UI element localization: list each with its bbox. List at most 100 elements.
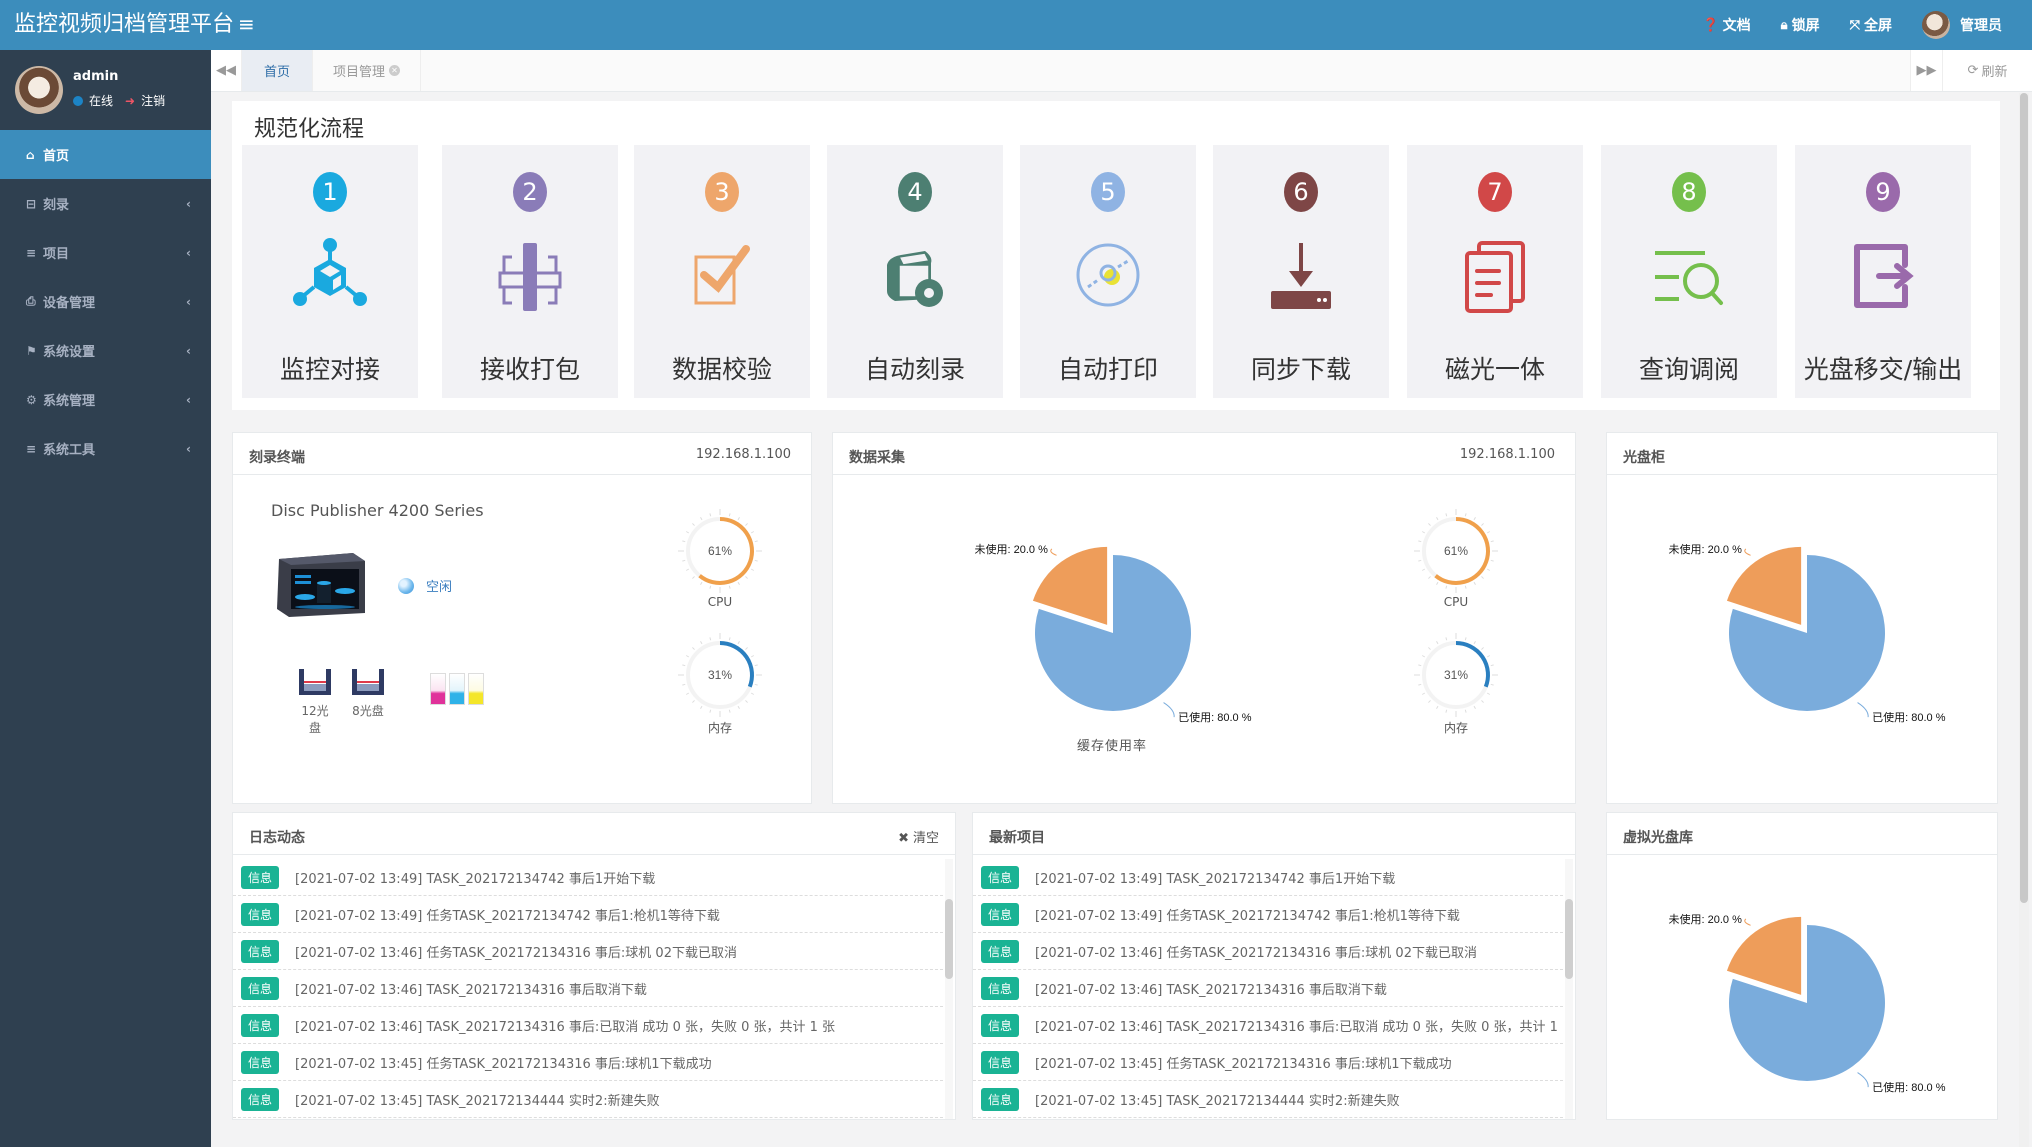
process-step-card[interactable]: 8 查询调阅 (1601, 145, 1777, 398)
tab-scroll-left-button[interactable]: ◀◀ (211, 50, 242, 91)
main-scrollbar-thumb[interactable] (2020, 93, 2028, 903)
process-step-card[interactable]: 1 监控对接 (242, 145, 418, 398)
gauge-tick (1481, 647, 1484, 650)
process-step-card[interactable]: 2 接收打包 (442, 145, 618, 398)
tab-project-management[interactable]: 项目管理 ✕ (313, 50, 421, 91)
user-label: 管理员 (1960, 18, 2002, 34)
gauge-tick (1428, 523, 1431, 526)
burn-terminal-title: 刻录终端 (249, 450, 305, 466)
sidebar-item-0[interactable]: ⌂ 首页 (0, 130, 211, 179)
gauge-tick (1428, 576, 1431, 579)
logout-link[interactable]: 注销 (141, 92, 165, 109)
gauge-tick (750, 692, 755, 695)
flag-icon: ⚑ (26, 343, 37, 358)
gauge-tick (728, 513, 731, 517)
burn-terminal-ip: 192.168.1.100 (695, 447, 791, 462)
process-step-card[interactable]: 9 光盘移交/输出 (1795, 145, 1971, 398)
sidebar-item-label: 设备管理 (43, 296, 96, 311)
gauge-tick (700, 581, 703, 586)
process-step-card[interactable]: 7 磁光一体 (1407, 145, 1583, 398)
tray-8-label: 8光盘 (352, 704, 384, 718)
process-title: 规范化流程 (254, 117, 365, 142)
docs-button[interactable]: ❓ 文档 (1702, 15, 1750, 35)
gauge-tick (685, 655, 690, 658)
log-title: 日志动态 (249, 830, 305, 846)
projects-scrollbar-thumb[interactable] (1565, 899, 1573, 979)
gauge-tick (1418, 559, 1422, 562)
app-title: 监控视频归档管理平台 (14, 12, 235, 37)
log-text: [2021-07-02 13:45] 任务TASK_202172134316 事… (295, 1056, 712, 1072)
log-text: [2021-07-02 13:49] 任务TASK_202172134742 事… (295, 908, 720, 924)
log-row: 信息 [2021-07-02 13:46] TASK_202172134316 事… (233, 1007, 943, 1044)
gauge-tick (709, 585, 712, 589)
process-step-card[interactable]: 5 自动打印 (1020, 145, 1196, 398)
disc-tray-icon (352, 669, 384, 695)
sidebar-item-3[interactable]: ⎙ 设备管理 ‹ (0, 277, 211, 326)
gauge-tick (1418, 664, 1422, 667)
download-icon (1271, 243, 1331, 309)
gauge-value-text: 31% (1444, 668, 1468, 682)
log-scrollbar-thumb[interactable] (945, 899, 953, 979)
gauge-label: CPU (707, 595, 733, 609)
gauge-tick (1464, 637, 1467, 641)
tab-scroll-right-button[interactable]: ▶▶ (1910, 50, 1942, 91)
user-avatar (1922, 11, 1950, 39)
info-badge: 信息 (981, 1013, 1020, 1037)
gauge-tick (709, 709, 712, 713)
gauge-tick (1486, 655, 1491, 658)
refresh-button[interactable]: ⟳ 刷新 (1942, 50, 2032, 91)
gauge-tick (1486, 568, 1491, 571)
step-label: 光盘移交/输出 (1803, 355, 1963, 384)
main-scrollbar[interactable] (2019, 93, 2029, 1147)
projects-scrollbar[interactable] (1565, 859, 1573, 1119)
fullscreen-button[interactable]: ⤧ 全屏 (1850, 15, 1892, 35)
sidebar-item-4[interactable]: ⚑ 系统设置 ‹ (0, 326, 211, 375)
gauge-tick (692, 523, 695, 526)
process-step-card[interactable]: 4 自动刻录 (827, 145, 1003, 398)
step-label: 监控对接 (279, 355, 380, 384)
device-status: 空闲 (398, 576, 452, 595)
sidebar-item-6[interactable]: ≡ 系统工具 ‹ (0, 424, 211, 473)
info-badge: 信息 (241, 976, 280, 1000)
log-row: 信息 [2021-07-02 13:46] 任务TASK_202172134316… (233, 933, 943, 970)
status-ball-icon (398, 577, 414, 594)
sidebar-item-label: 系统管理 (43, 394, 96, 409)
process-step-card[interactable]: 6 同步下载 (1213, 145, 1389, 398)
clear-log-button[interactable]: ✖ 清空 (898, 827, 939, 846)
sidebar-item-2[interactable]: ≡ 项目 ‹ (0, 228, 211, 277)
gauge-tick (745, 647, 748, 650)
gauge-tick (1481, 700, 1484, 703)
log-text: [2021-07-02 13:46] 任务TASK_202172134316 事… (295, 945, 737, 961)
lock-screen-button[interactable]: 🔒︎ 锁屏 (1781, 15, 1820, 35)
process-step-card[interactable]: 3 数据校验 (634, 145, 810, 398)
sidebar-item-1[interactable]: ⊟ 刻录 ‹ (0, 179, 211, 228)
user-menu[interactable]: 管理员 (1922, 11, 2002, 39)
tab-project-label: 项目管理 (332, 65, 385, 80)
sign-out-icon[interactable]: ➜ (125, 94, 135, 108)
virtual-disc-library-title: 虚拟光盘库 (1623, 830, 1693, 846)
log-row: 信息 [2021-07-02 13:45] 任务TASK_202172134316… (233, 1044, 943, 1081)
checkbox-icon (694, 245, 750, 305)
menu-toggle-icon[interactable]: ≡ (238, 12, 255, 36)
disc-cabinet-pie-chart: 已使用: 80.0 % 未使用: 20.0 % (1669, 543, 1946, 724)
log-scrollbar[interactable] (945, 859, 953, 1119)
gauge-tick (1421, 692, 1426, 695)
gauge-value-text: 61% (1444, 544, 1468, 558)
close-tab-icon[interactable]: ✕ (389, 65, 400, 76)
gauge-tick (737, 640, 740, 645)
clear-log-label: 清空 (912, 831, 939, 846)
gauge-tick (1418, 683, 1422, 686)
step-number-badge: 1 (313, 172, 347, 212)
gauge-tick (682, 683, 686, 686)
step-number-badge: 8 (1672, 172, 1706, 212)
gauge-tick (728, 637, 731, 641)
log-row: 信息 [2021-07-02 13:46] 任务TASK_202172134316… (973, 933, 1563, 970)
step-number-badge: 4 (898, 172, 932, 212)
gauge-tick (1445, 513, 1448, 517)
sidebar-item-5[interactable]: ⚙ 系统管理 ‹ (0, 375, 211, 424)
device-name: Disc Publisher 4200 Series (271, 501, 484, 520)
gauge-tick (737, 581, 740, 586)
gauge-tick (1436, 640, 1439, 645)
chevron-left-icon: ‹ (186, 392, 191, 407)
tab-home[interactable]: 首页 (242, 50, 313, 91)
